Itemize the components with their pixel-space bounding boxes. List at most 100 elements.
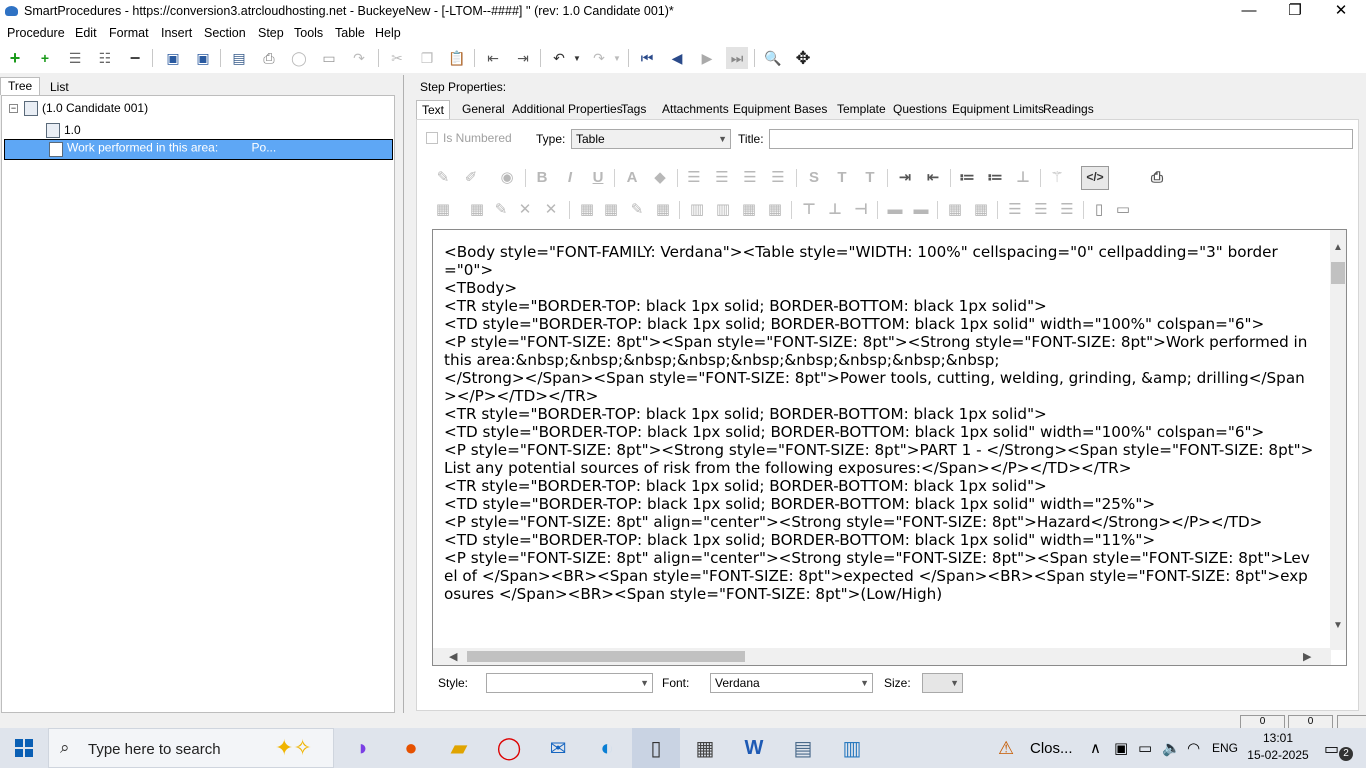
outdent-icon[interactable]: ⇤ <box>482 47 504 69</box>
notification-text[interactable]: Clos... <box>1030 740 1073 757</box>
menu-table[interactable]: Table <box>335 26 365 40</box>
row-delete-icon[interactable]: ⊣ <box>851 200 871 220</box>
row-below-icon[interactable]: ⊥ <box>825 200 845 220</box>
collapse-icon[interactable]: − <box>9 104 18 114</box>
opera-icon[interactable]: ◯ <box>485 728 533 768</box>
merge-cell-icon[interactable]: ▥ <box>713 200 733 220</box>
insert-col-icon[interactable]: ▦ <box>601 200 621 220</box>
col-delete-icon[interactable]: ▦ <box>945 200 965 220</box>
close-button[interactable]: ✕ <box>1318 0 1364 24</box>
find-icon[interactable]: 🔍 <box>762 47 784 69</box>
horizontal-scrollbar[interactable]: ◀ ▶ <box>433 648 1331 665</box>
cell-props-icon[interactable]: ▦ <box>653 200 673 220</box>
minimize-button[interactable]: — <box>1226 0 1272 24</box>
col-left-icon[interactable]: ▬ <box>885 200 905 220</box>
style-select[interactable]: ▼ <box>486 673 653 693</box>
tree-node-root[interactable]: − (1.0 Candidate 001) <box>9 101 148 117</box>
edge-icon[interactable]: ◐ <box>583 728 631 768</box>
windows-start-icon[interactable] <box>0 728 48 768</box>
save-icon[interactable]: ▣ <box>192 47 214 69</box>
scroll-up-icon[interactable]: ▲ <box>1333 242 1343 253</box>
battery-icon[interactable]: ▭ <box>1138 739 1152 757</box>
tab-readings[interactable]: Readings <box>1038 100 1099 119</box>
app-icon-4[interactable]: ▥ <box>828 728 876 768</box>
volume-icon[interactable]: 🔈 <box>1162 739 1181 757</box>
row-above-icon[interactable]: ⊤ <box>799 200 819 220</box>
language-indicator[interactable]: ENG <box>1212 741 1238 755</box>
pane-splitter[interactable] <box>397 73 411 714</box>
redo-icon[interactable]: ↷ <box>348 47 370 69</box>
file-explorer-icon[interactable]: ▰ <box>435 728 483 768</box>
table-delete-icon[interactable]: ✕ <box>515 200 535 220</box>
bullet-list-icon[interactable]: ≔ <box>957 168 977 188</box>
clock-time[interactable]: 13:01 <box>1248 731 1308 745</box>
mail-icon[interactable]: ✉ <box>534 728 582 768</box>
undo-dropdown-icon[interactable]: ▼ <box>566 47 588 69</box>
horizontal-rule-icon[interactable]: ⊥ <box>1013 168 1033 188</box>
col-props-icon[interactable]: ▦ <box>971 200 991 220</box>
highlight-icon[interactable]: ◆ <box>650 168 670 188</box>
cell-align-middle-icon[interactable]: ☰ <box>1031 200 1051 220</box>
word-icon[interactable]: W <box>730 728 778 768</box>
redo-dropdown-icon[interactable]: ▼ <box>606 47 628 69</box>
menu-insert[interactable]: Insert <box>161 26 192 40</box>
split-cell-icon[interactable]: ▥ <box>687 200 707 220</box>
table-props-icon[interactable]: ▦ <box>467 200 487 220</box>
save-all-icon[interactable]: ▣ <box>162 47 184 69</box>
tab-equipment[interactable]: Equipment <box>728 100 795 119</box>
type-select[interactable]: Table ▼ <box>571 129 731 149</box>
print-preview-icon[interactable]: ⎙ <box>1147 168 1167 188</box>
merge-row-icon[interactable]: ▦ <box>739 200 759 220</box>
tab-template[interactable]: Template <box>832 100 891 119</box>
wifi-icon[interactable]: ◠ <box>1187 739 1200 757</box>
table-tool-icon[interactable]: ✕ <box>541 200 561 220</box>
menu-procedure[interactable]: Procedure <box>7 26 65 40</box>
format-painter-icon[interactable]: ✎ <box>433 168 453 188</box>
copilot-icon[interactable]: ◗ <box>339 728 387 768</box>
underline-icon[interactable]: U <box>588 168 608 188</box>
indent-right-icon[interactable]: ⇥ <box>895 168 915 188</box>
notification-center-icon[interactable]: ▭ <box>1324 739 1339 759</box>
scroll-left-icon[interactable]: ◀ <box>449 650 457 663</box>
tab-additional-properties[interactable]: Additional Properties <box>507 100 628 119</box>
cell-edit-icon[interactable]: ✎ <box>627 200 647 220</box>
table-edit-icon[interactable]: ✎ <box>491 200 511 220</box>
wand-icon[interactable]: ⚚ <box>1047 168 1067 188</box>
link-icon[interactable]: ◯ <box>288 47 310 69</box>
menu-tools[interactable]: Tools <box>294 26 323 40</box>
tab-tags[interactable]: Tags <box>616 100 651 119</box>
superscript-icon[interactable]: T <box>832 168 852 188</box>
scroll-right-icon[interactable]: ▶ <box>1303 650 1311 663</box>
text-color-icon[interactable]: A <box>622 168 642 188</box>
html-source-icon[interactable]: </> <box>1081 166 1109 190</box>
clock-date[interactable]: 15-02-2025 <box>1243 748 1313 762</box>
add-icon[interactable]: + <box>4 47 26 69</box>
menu-edit[interactable]: Edit <box>75 26 97 40</box>
list-icon[interactable]: ☰ <box>64 47 86 69</box>
network-icon[interactable]: ▣ <box>1114 739 1128 757</box>
cell-align-top-icon[interactable]: ☰ <box>1005 200 1025 220</box>
table-insert-icon[interactable]: ▦ <box>433 200 453 220</box>
justify-icon[interactable]: ☰ <box>768 168 788 188</box>
last-step-icon[interactable]: ⏭ <box>726 47 748 69</box>
print-icon[interactable]: ⎙ <box>258 47 280 69</box>
scroll-down-icon[interactable]: ▼ <box>1333 620 1343 631</box>
menu-help[interactable]: Help <box>375 26 401 40</box>
align-center-icon[interactable]: ☰ <box>712 168 732 188</box>
outline-icon[interactable]: ☷ <box>94 47 116 69</box>
align-right-icon[interactable]: ☰ <box>740 168 760 188</box>
vertical-scrollbar[interactable]: ▲ ▼ <box>1330 230 1346 650</box>
paste-icon[interactable]: 📋 <box>446 47 468 69</box>
copy-icon[interactable]: ❐ <box>416 47 438 69</box>
previous-step-icon[interactable]: ◀ <box>666 47 688 69</box>
computer-icon[interactable]: ▤ <box>228 47 250 69</box>
menu-step[interactable]: Step <box>258 26 284 40</box>
move-icon[interactable]: ✥ <box>792 47 814 69</box>
align-left-icon[interactable]: ☰ <box>684 168 704 188</box>
bold-icon[interactable]: B <box>532 168 552 188</box>
font-select[interactable]: Verdana ▼ <box>710 673 873 693</box>
tree-node-selected-step[interactable]: Work performed in this area: Po... <box>4 139 393 160</box>
tab-general[interactable]: General <box>457 100 510 119</box>
vertical-scroll-thumb[interactable] <box>1331 262 1345 284</box>
html-source-text[interactable]: <Body style="FONT-FAMILY: Verdana"><Tabl… <box>444 243 1314 603</box>
